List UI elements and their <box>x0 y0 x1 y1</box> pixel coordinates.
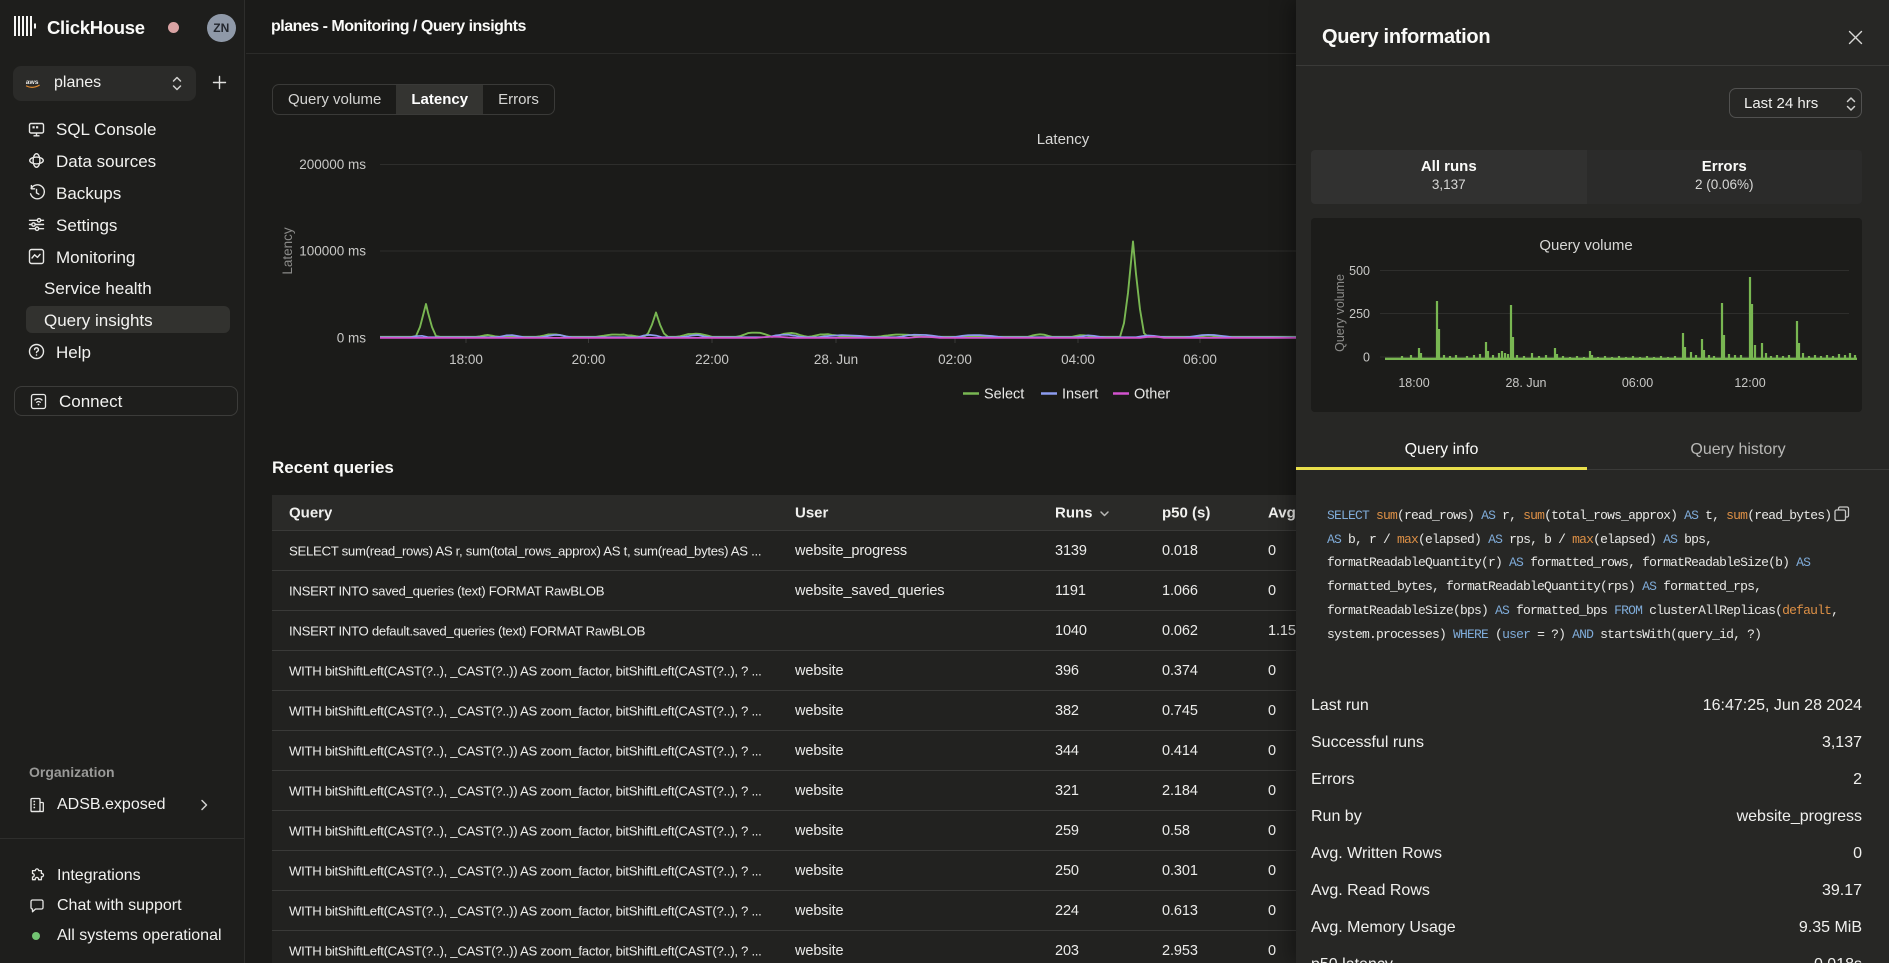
svg-text:18:00: 18:00 <box>449 352 483 367</box>
svg-text:0 ms: 0 ms <box>337 331 367 346</box>
svg-text:Insert: Insert <box>1062 387 1098 403</box>
svg-text:02:00: 02:00 <box>938 352 972 367</box>
svg-text:04:00: 04:00 <box>1061 352 1095 367</box>
svg-text:100000 ms: 100000 ms <box>299 244 366 259</box>
svg-text:200000 ms: 200000 ms <box>299 157 366 172</box>
svg-text:20:00: 20:00 <box>572 352 606 367</box>
svg-text:28. Jun: 28. Jun <box>814 352 858 367</box>
svg-text:Latency: Latency <box>280 227 295 275</box>
svg-text:Latency: Latency <box>1037 131 1090 148</box>
svg-text:Select: Select <box>984 387 1024 403</box>
svg-text:28. Jun: 28. Jun <box>1505 376 1546 390</box>
svg-text:12:00: 12:00 <box>1734 376 1765 390</box>
svg-text:06:00: 06:00 <box>1183 352 1217 367</box>
svg-text:500: 500 <box>1349 264 1370 278</box>
svg-text:0: 0 <box>1363 351 1370 365</box>
svg-text:22:00: 22:00 <box>695 352 729 367</box>
svg-text:aws: aws <box>26 79 39 86</box>
svg-text:Query volume: Query volume <box>1539 237 1632 254</box>
svg-text:18:00: 18:00 <box>1398 376 1429 390</box>
svg-text:06:00: 06:00 <box>1622 376 1653 390</box>
svg-text:250: 250 <box>1349 307 1370 321</box>
svg-text:Other: Other <box>1134 387 1170 403</box>
svg-text:Query volume: Query volume <box>1333 274 1347 352</box>
